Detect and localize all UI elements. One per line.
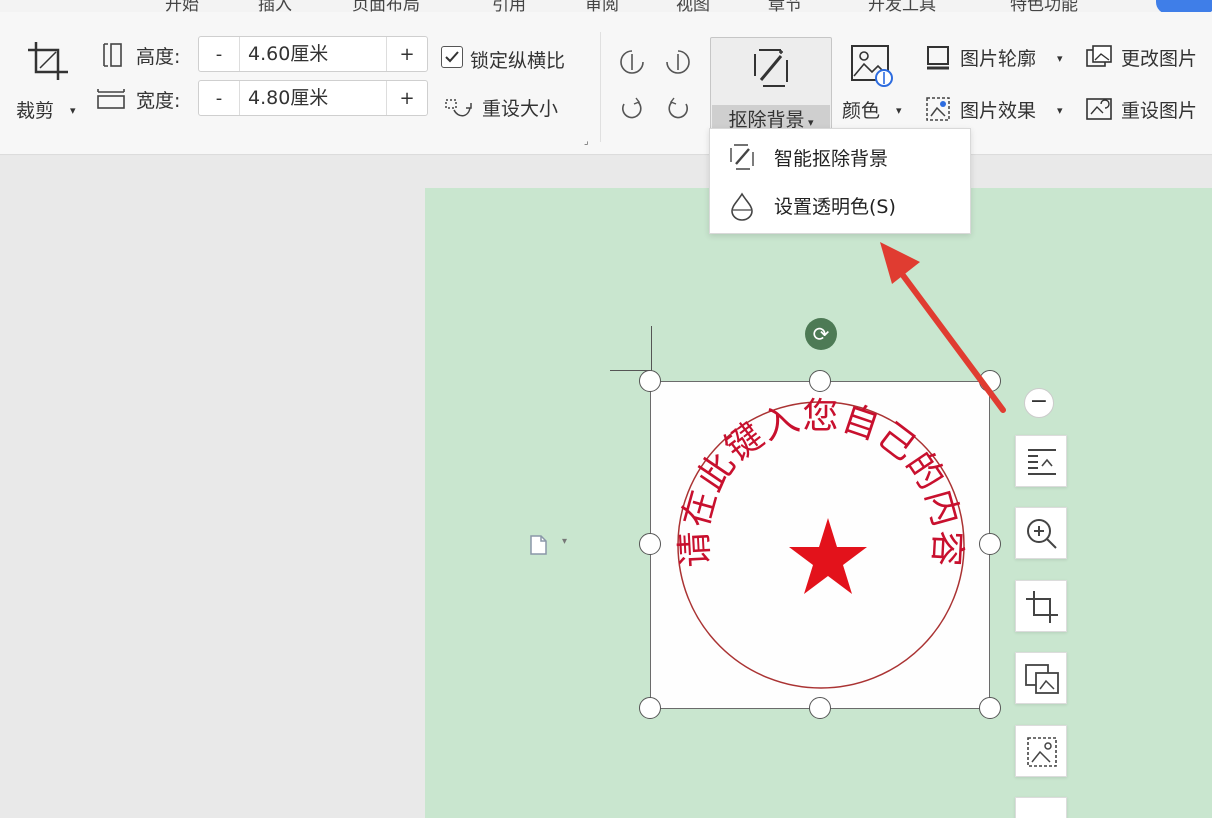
menu-tab-strip: 开始 插入 页面布局 引用 审阅 视图 章节 开发工具 特色功能 [0, 0, 1212, 12]
text-wrap-icon [1028, 449, 1056, 475]
remove-background-button[interactable]: 抠除背景 ▾ [710, 37, 832, 137]
menu-item-smart-remove-background[interactable]: 智能抠除背景 [710, 135, 970, 179]
resize-handle-left[interactable] [639, 533, 661, 555]
tab-page-layout[interactable]: 页面布局 [352, 0, 420, 12]
chevron-down-icon: ▾ [1057, 104, 1063, 117]
seal-graphic: 请在此键入您自己的内容 [674, 396, 967, 689]
height-increment-button[interactable]: + [387, 44, 427, 65]
flip-vertical-icon[interactable] [618, 96, 646, 124]
image-edit-icon [1027, 737, 1057, 767]
picture-effects-button[interactable]: 图片效果 ▾ [925, 94, 1075, 128]
remove-background-dropdown: 智能抠除背景 设置透明色(S) [709, 128, 971, 234]
resize-handle-top[interactable] [809, 370, 831, 392]
height-decrement-button[interactable]: - [199, 44, 239, 65]
crop-button[interactable]: 裁剪 ▾ [12, 34, 82, 134]
star-icon [789, 518, 867, 594]
tab-review[interactable]: 审阅 [585, 0, 619, 12]
tab-home[interactable]: 开始 [165, 0, 199, 12]
seal-image[interactable]: 请在此键入您自己的内容 [650, 381, 990, 709]
width-icon [97, 89, 125, 109]
dialog-launcher-icon[interactable]: ⌟ [584, 136, 589, 147]
paste-options-button[interactable]: ▾ [528, 532, 572, 556]
menu-item-set-transparent-color[interactable]: 设置透明色(S) [710, 183, 970, 227]
picture-outline-icon [927, 46, 949, 70]
change-picture-label: 更改图片 [1121, 48, 1198, 70]
chevron-down-icon: ▾ [70, 104, 76, 117]
height-icon [103, 43, 122, 67]
tab-developer[interactable]: 开发工具 [868, 0, 936, 12]
width-label: 宽度: [136, 90, 181, 112]
crop-icon [28, 42, 68, 80]
reset-size-icon [445, 99, 472, 117]
tab-sections[interactable]: 章节 [768, 0, 802, 12]
width-increment-button[interactable]: + [387, 88, 427, 109]
height-spinner[interactable]: - 4.60厘米 + [198, 36, 428, 72]
menu-item-label: 智能抠除背景 [774, 148, 889, 170]
rotate-handle-icon[interactable]: ⟳ [805, 318, 837, 350]
reset-picture-button[interactable]: 重设图片 [1085, 94, 1212, 128]
annotation-arrow-icon [880, 242, 1006, 413]
chevron-down-icon: ▾ [1057, 52, 1063, 65]
checkmark-icon [445, 51, 459, 63]
reset-picture-label: 重设图片 [1121, 100, 1198, 122]
text-wrap-button[interactable] [1015, 435, 1067, 487]
width-spinner[interactable]: - 4.80厘米 + [198, 80, 428, 116]
image-edit-button[interactable] [1015, 725, 1067, 777]
picture-effects-label: 图片效果 [960, 100, 1037, 122]
chevron-down-icon: ▾ [562, 536, 568, 547]
replace-image-icon [1025, 664, 1059, 694]
reset-size-button[interactable]: 重设大小 [444, 94, 584, 124]
resize-handle-bottom-right[interactable] [979, 697, 1001, 719]
change-picture-icon [1086, 45, 1112, 67]
crop-label: 裁剪 [16, 100, 55, 122]
width-input[interactable]: 4.80厘米 [239, 81, 387, 115]
more-tools-button[interactable] [1015, 797, 1067, 818]
chevron-down-icon: ▾ [896, 104, 902, 117]
water-drop-icon [731, 192, 753, 221]
lock-ratio-checkbox[interactable] [441, 46, 463, 68]
picture-effects-icon [926, 97, 950, 121]
rotate-left-icon[interactable] [618, 48, 646, 76]
tab-view[interactable]: 视图 [676, 0, 710, 12]
change-picture-button[interactable]: 更改图片 [1085, 42, 1212, 76]
group-separator [600, 32, 601, 142]
resize-handle-bottom-left[interactable] [639, 697, 661, 719]
replace-image-button[interactable] [1015, 652, 1067, 704]
color-label: 颜色 [842, 100, 881, 122]
zoom-button[interactable] [1015, 507, 1067, 559]
magic-wand-icon [754, 49, 788, 87]
height-input[interactable]: 4.60厘米 [239, 37, 387, 71]
crop-icon [1026, 591, 1058, 623]
resize-handle-bottom[interactable] [809, 697, 831, 719]
picture-tools-tab[interactable] [1156, 0, 1212, 12]
tab-special-features[interactable]: 特色功能 [1010, 0, 1078, 12]
picture-outline-button[interactable]: 图片轮廓 ▾ [925, 42, 1075, 76]
height-label: 高度: [136, 46, 181, 68]
magic-wand-icon [730, 144, 754, 170]
zoom-icon [1027, 519, 1057, 549]
width-decrement-button[interactable]: - [199, 88, 239, 109]
image-color-icon [851, 45, 893, 87]
flip-horizontal-icon[interactable] [664, 96, 692, 124]
lock-ratio-label: 锁定纵横比 [470, 50, 566, 72]
crop-tool-button[interactable] [1015, 580, 1067, 632]
reset-picture-icon [1086, 98, 1112, 120]
picture-outline-label: 图片轮廓 [960, 48, 1037, 70]
tab-references[interactable]: 引用 [492, 0, 526, 12]
collapse-toolbar-button[interactable]: − [1024, 388, 1054, 418]
color-button[interactable]: 颜色 ▾ [840, 40, 910, 136]
paste-icon [530, 535, 547, 555]
resize-handle-top-left[interactable] [639, 370, 661, 392]
reset-size-label: 重设大小 [482, 98, 559, 120]
tab-insert[interactable]: 插入 [258, 0, 292, 12]
picture-tools-ribbon: 裁剪 ▾ 高度: - 4.60厘米 + 宽度: - 4.80厘米 + 锁定纵横比… [0, 12, 1212, 155]
rotate-right-icon[interactable] [664, 48, 692, 76]
menu-item-label: 设置透明色(S) [774, 196, 896, 218]
resize-handle-right[interactable] [979, 533, 1001, 555]
